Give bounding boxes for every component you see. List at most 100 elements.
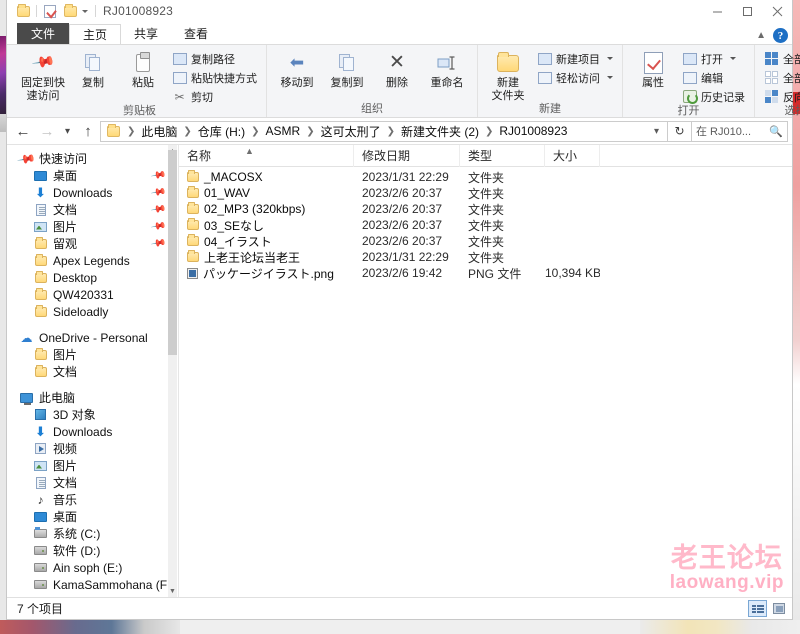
new-folder-icon[interactable] <box>60 1 80 21</box>
chevron-down-icon[interactable] <box>82 9 88 13</box>
tab-view[interactable]: 查看 <box>171 23 221 44</box>
chevron-down-icon[interactable] <box>607 57 613 60</box>
chevron-down-icon[interactable]: ▾ <box>648 126 665 137</box>
history-button[interactable]: 历史记录 <box>679 88 748 105</box>
sidebar-item-3d-objects[interactable]: 3D 对象 <box>7 406 178 423</box>
address-box[interactable]: ❯ 此电脑 ❯ 仓库 (H:) ❯ ASMR ❯ 这可太刑了 ❯ 新建文件夹 (… <box>100 120 668 142</box>
file-name-cell[interactable]: 01_WAV <box>179 186 354 200</box>
move-to-button[interactable]: ⬅ 移动到 <box>273 48 321 89</box>
sidebar-item-pc-pictures[interactable]: 图片 <box>7 457 178 474</box>
sidebar-item-pc-downloads[interactable]: ⬇ Downloads <box>7 423 178 440</box>
chevron-up-icon[interactable]: ▲ <box>756 30 766 41</box>
navigation-scrollbar[interactable]: ▲ ▼ <box>168 145 177 597</box>
rename-button[interactable]: 重命名 <box>423 48 471 89</box>
large-icons-view-button[interactable] <box>769 600 788 617</box>
folder-icon[interactable] <box>13 1 33 21</box>
properties-icon[interactable] <box>40 1 60 21</box>
refresh-icon[interactable]: ↻ <box>668 120 692 142</box>
back-arrow-icon[interactable]: ← <box>11 120 35 142</box>
table-row[interactable]: _MACOSX 2023/1/31 22:29 文件夹 <box>179 169 792 185</box>
sidebar-item-liuguan[interactable]: 留观 📌 <box>7 235 178 252</box>
invert-selection-button[interactable]: 反向选择 <box>761 88 800 105</box>
tab-home[interactable]: 主页 <box>69 24 122 45</box>
sidebar-section-quick-access[interactable]: 📌 快速访问 <box>7 148 178 168</box>
delete-button[interactable]: ✕ 删除 <box>373 48 421 89</box>
sidebar-item-drive-e[interactable]: Ain soph (E:) <box>7 559 178 576</box>
sidebar-item-music[interactable]: ♪ 音乐 <box>7 491 178 508</box>
table-row[interactable]: 04_イラスト 2023/2/6 20:37 文件夹 <box>179 233 792 249</box>
paste-button[interactable]: 粘贴 <box>119 48 167 89</box>
sidebar-item-pc-desktop[interactable]: 桌面 <box>7 508 178 525</box>
copy-path-button[interactable]: 复制路径 <box>169 50 260 67</box>
table-row[interactable]: 上老王论坛当老王 2023/1/31 22:29 文件夹 <box>179 249 792 265</box>
new-item-button[interactable]: 新建项目 <box>534 50 616 67</box>
sidebar-item-onedrive-documents[interactable]: 文档 <box>7 363 178 380</box>
search-input[interactable]: 在 RJ010... 🔍 <box>692 120 788 142</box>
chevron-down-icon[interactable] <box>607 76 613 79</box>
sidebar-item-sideloadly[interactable]: Sideloadly <box>7 303 178 320</box>
paste-shortcut-button[interactable]: 粘贴快捷方式 <box>169 69 260 86</box>
select-none-button[interactable]: 全部取消 <box>761 69 800 86</box>
up-arrow-icon[interactable]: ↑ <box>76 120 100 142</box>
copy-button[interactable]: 复制 <box>69 48 117 89</box>
column-header-size[interactable]: 大小 <box>545 144 600 167</box>
select-all-button[interactable]: 全部选择 <box>761 50 800 67</box>
breadcrumb-item-5[interactable]: RJ01008923 <box>497 124 569 138</box>
copy-to-button[interactable]: 复制到 <box>323 48 371 89</box>
sidebar-item-onedrive-pictures[interactable]: 图片 <box>7 346 178 363</box>
recent-locations-icon[interactable]: ▾ <box>59 120 76 142</box>
scroll-down-icon[interactable]: ▼ <box>168 585 177 597</box>
sidebar-item-pictures[interactable]: 图片 📌 <box>7 218 178 235</box>
sidebar-item-drive-c[interactable]: 系统 (C:) <box>7 525 178 542</box>
sidebar-item-drive-d[interactable]: 软件 (D:) <box>7 542 178 559</box>
cut-button[interactable]: ✂ 剪切 <box>169 88 260 105</box>
file-name-cell[interactable]: _MACOSX <box>179 170 354 184</box>
breadcrumb-item-2[interactable]: ASMR <box>264 124 303 138</box>
sidebar-item-drive-f[interactable]: KamaSammohana (F:) <box>7 576 178 593</box>
table-row[interactable]: 03_SEなし 2023/2/6 20:37 文件夹 <box>179 217 792 233</box>
close-icon[interactable] <box>762 0 792 22</box>
easy-access-button[interactable]: 轻松访问 <box>534 69 616 86</box>
table-row[interactable]: 02_MP3 (320kbps) 2023/2/6 20:37 文件夹 <box>179 201 792 217</box>
column-header-type[interactable]: 类型 <box>460 144 545 167</box>
sidebar-item-documents[interactable]: 文档 📌 <box>7 201 178 218</box>
table-row[interactable]: 01_WAV 2023/2/6 20:37 文件夹 <box>179 185 792 201</box>
file-name-cell[interactable]: 02_MP3 (320kbps) <box>179 202 354 216</box>
file-name-cell[interactable]: パッケージイラスト.png <box>179 265 354 282</box>
edit-button[interactable]: 编辑 <box>679 69 748 86</box>
column-header-blank[interactable] <box>600 145 792 167</box>
sidebar-section-this-pc[interactable]: 此电脑 <box>7 389 178 406</box>
breadcrumb-item-4[interactable]: 新建文件夹 (2) <box>399 123 481 140</box>
help-icon[interactable]: ? <box>773 28 788 43</box>
details-view-button[interactable] <box>748 600 767 617</box>
sidebar-item-desktop[interactable]: 桌面 📌 <box>7 167 178 184</box>
sidebar-item-desktop-en[interactable]: Desktop <box>7 269 178 286</box>
tab-file[interactable]: 文件 <box>17 23 70 44</box>
breadcrumb-item-0[interactable]: 此电脑 <box>139 123 179 140</box>
sidebar-item-downloads[interactable]: ⬇ Downloads 📌 <box>7 184 178 201</box>
sidebar-section-onedrive[interactable]: ☁ OneDrive - Personal <box>7 329 178 346</box>
sidebar-item-pc-documents[interactable]: 文档 <box>7 474 178 491</box>
maximize-icon[interactable] <box>732 0 762 22</box>
file-date-cell: 2023/2/6 20:37 <box>362 234 443 248</box>
sidebar-item-apex-legends[interactable]: Apex Legends <box>7 252 178 269</box>
breadcrumb-item-1[interactable]: 仓库 (H:) <box>196 123 247 140</box>
sidebar-item-qw420331[interactable]: QW420331 <box>7 286 178 303</box>
tab-share[interactable]: 共享 <box>121 23 171 44</box>
file-name-cell[interactable]: 上老王论坛当老王 <box>179 249 354 266</box>
table-row[interactable]: パッケージイラスト.png 2023/2/6 19:42 PNG 文件 10,3… <box>179 265 792 281</box>
sidebar-item-videos[interactable]: 视频 <box>7 440 178 457</box>
breadcrumb-item-3[interactable]: 这可太刑了 <box>319 123 383 140</box>
column-header-date[interactable]: 修改日期 <box>354 144 460 167</box>
file-name-cell[interactable]: 04_イラスト <box>179 233 354 250</box>
properties-button[interactable]: 属性 <box>629 48 677 89</box>
open-button[interactable]: 打开 <box>679 50 748 67</box>
pin-to-quick-access-button[interactable]: 📌 固定到快 速访问 <box>19 48 67 102</box>
new-folder-button[interactable]: 新建 文件夹 <box>484 48 532 102</box>
column-header-name[interactable]: 名称 ▲ <box>179 144 354 167</box>
scrollbar-thumb[interactable] <box>168 150 177 355</box>
minimize-icon[interactable] <box>702 0 732 22</box>
file-name-cell[interactable]: 03_SEなし <box>179 217 354 234</box>
forward-arrow-icon[interactable]: → <box>35 120 59 142</box>
chevron-down-icon[interactable] <box>730 57 736 60</box>
